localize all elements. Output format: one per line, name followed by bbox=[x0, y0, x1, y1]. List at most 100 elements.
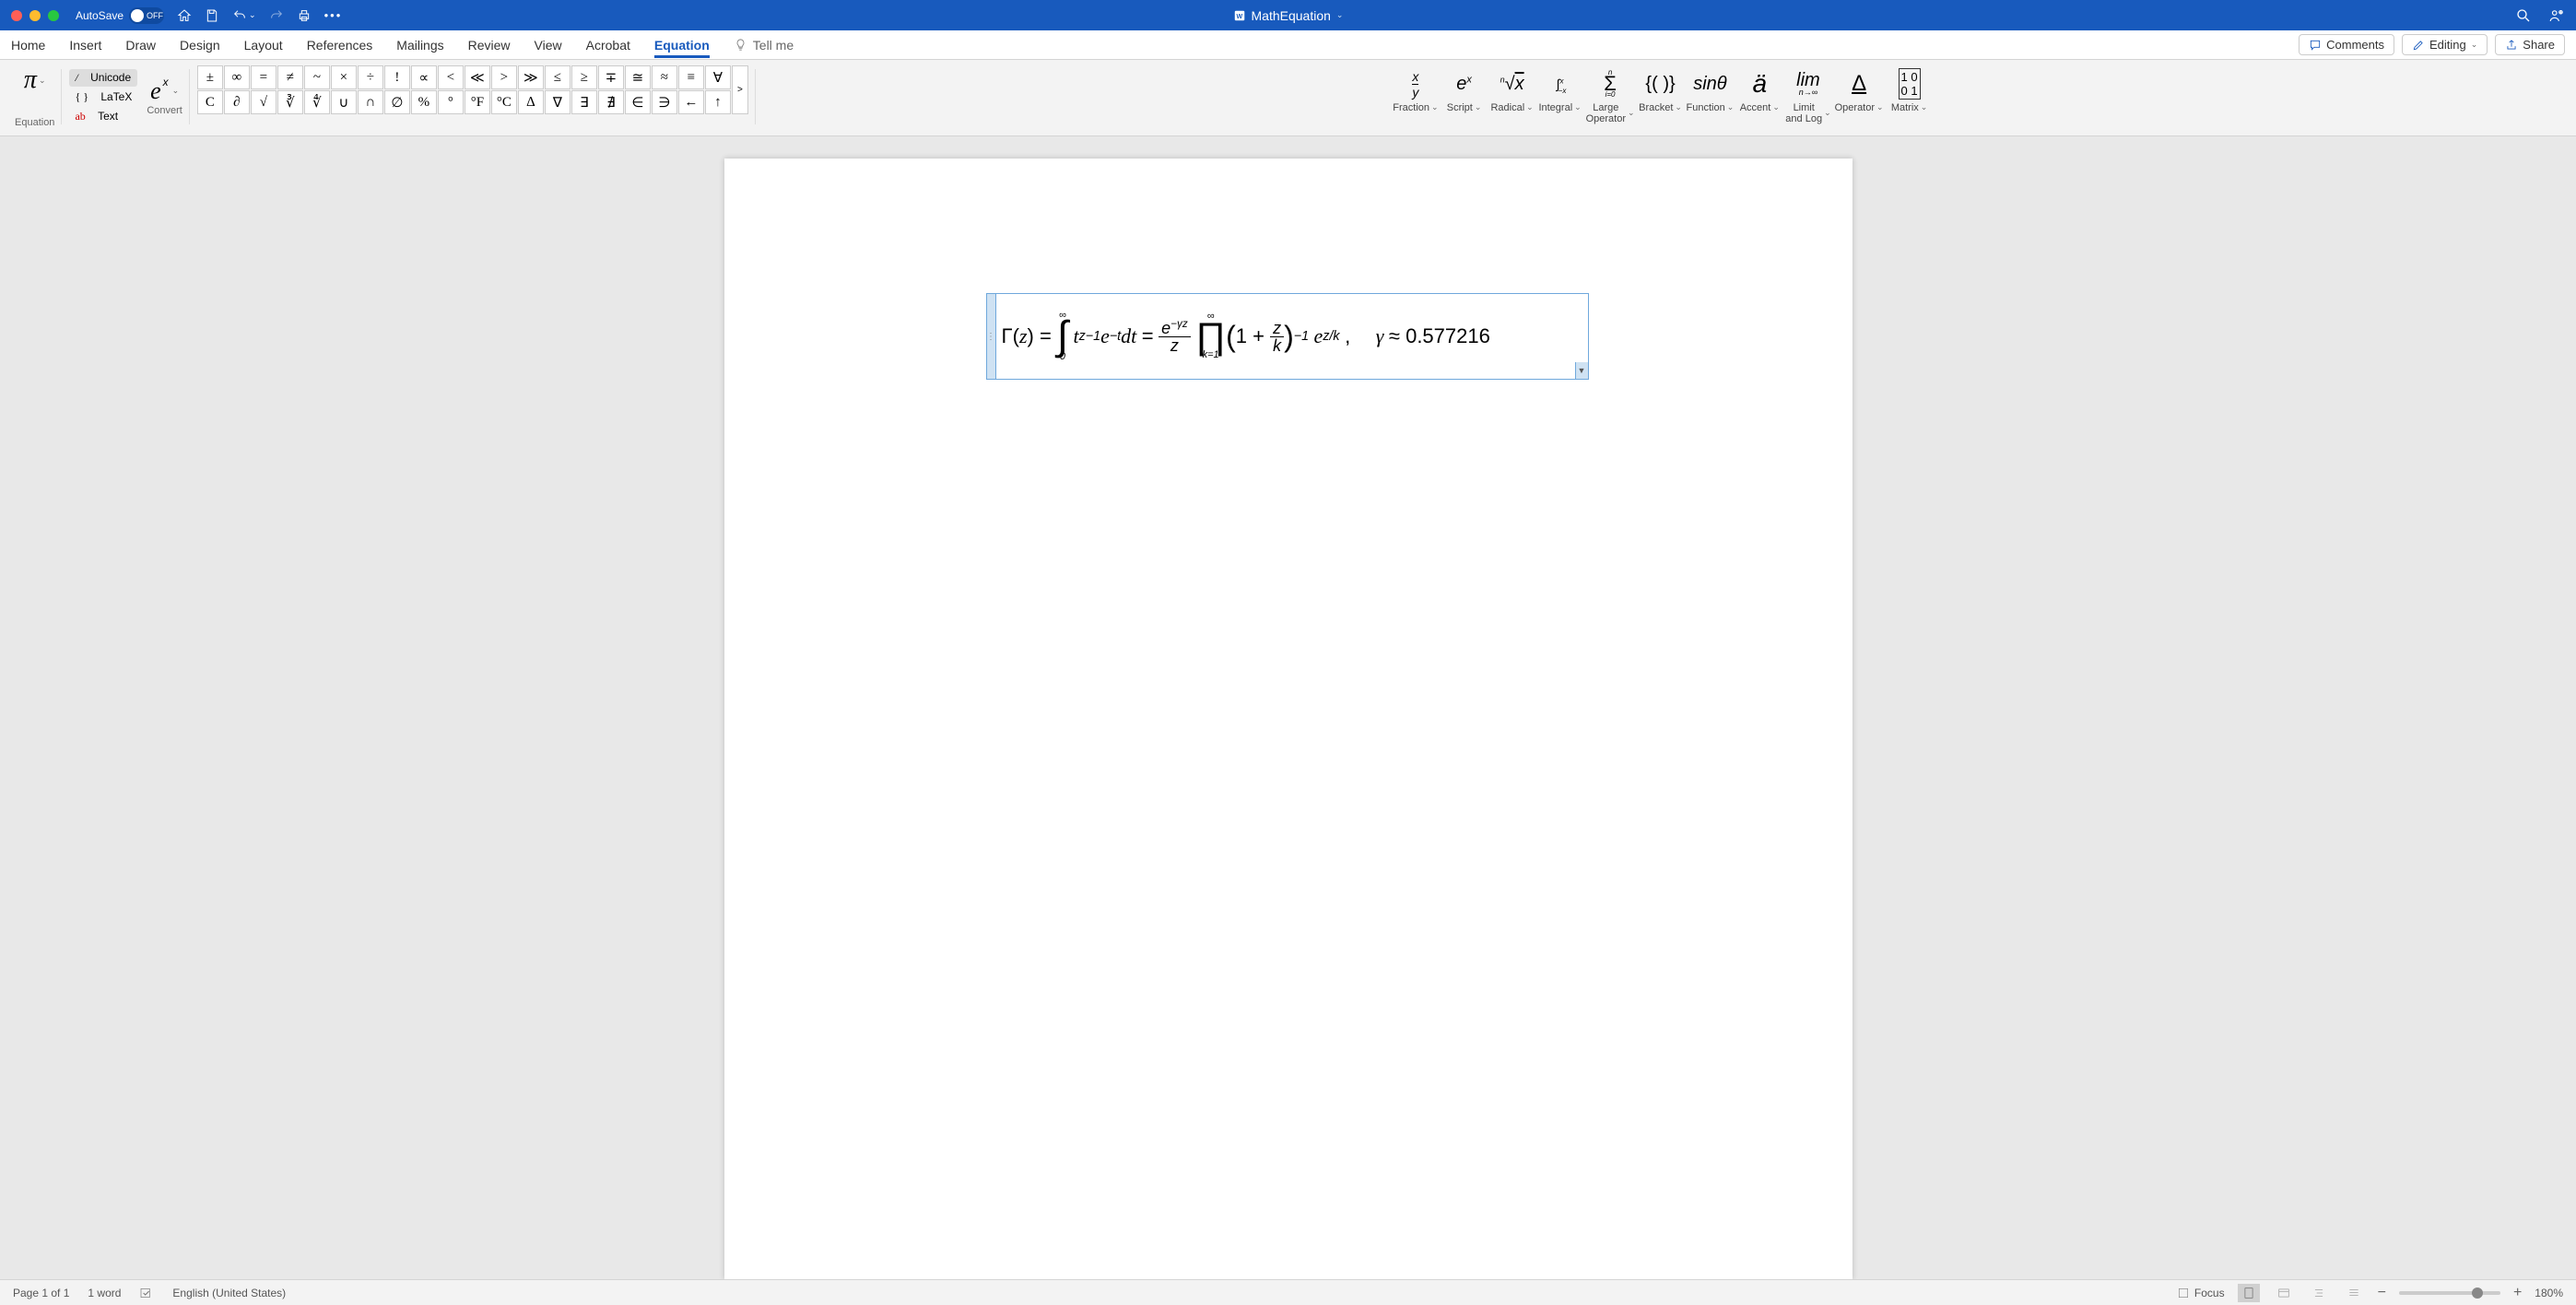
redo-icon[interactable] bbox=[269, 8, 284, 23]
unicode-mode-button[interactable]: / Unicode bbox=[69, 69, 137, 87]
outline-view-button[interactable] bbox=[2308, 1284, 2330, 1302]
structure-radical[interactable]: n√xRadical⌄ bbox=[1490, 67, 1535, 113]
symbol-≡[interactable]: ≡ bbox=[678, 65, 704, 89]
home-icon[interactable] bbox=[177, 8, 192, 23]
symbol-≪[interactable]: ≪ bbox=[465, 65, 490, 89]
zoom-slider[interactable] bbox=[2399, 1291, 2500, 1295]
symbol-∈[interactable]: ∈ bbox=[625, 90, 651, 114]
symbol-∩[interactable]: ∩ bbox=[358, 90, 383, 114]
symbol-∆[interactable]: ∆ bbox=[518, 90, 544, 114]
page-indicator[interactable]: Page 1 of 1 bbox=[13, 1287, 69, 1299]
symbol-∪[interactable]: ∪ bbox=[331, 90, 357, 114]
symbol-≅[interactable]: ≅ bbox=[625, 65, 651, 89]
autosave-toggle[interactable]: AutoSave OFF bbox=[76, 7, 164, 24]
symbol-∅[interactable]: ∅ bbox=[384, 90, 410, 114]
symbol-↑[interactable]: ↑ bbox=[705, 90, 731, 114]
symbol-≥[interactable]: ≥ bbox=[571, 65, 597, 89]
symbol-÷[interactable]: ÷ bbox=[358, 65, 383, 89]
symbol-∜[interactable]: ∜ bbox=[304, 90, 330, 114]
page[interactable]: Γ(z) = ∞∫0 tz−1e−tdt = e−γzz ∞∏k=1 (1 + … bbox=[724, 159, 1853, 1279]
equation-content[interactable]: Γ(z) = ∞∫0 tz−1e−tdt = e−γzz ∞∏k=1 (1 + … bbox=[996, 312, 1575, 362]
symbol-%[interactable]: % bbox=[411, 90, 437, 114]
structure-function[interactable]: sinθFunction⌄ bbox=[1687, 67, 1735, 113]
tab-draw[interactable]: Draw bbox=[125, 32, 156, 58]
symbol-=[interactable]: = bbox=[251, 65, 276, 89]
symbol-∞[interactable]: ∞ bbox=[224, 65, 250, 89]
close-window-button[interactable] bbox=[11, 10, 22, 21]
structure-bracket[interactable]: {( )}Bracket⌄ bbox=[1639, 67, 1683, 113]
comments-button[interactable]: Comments bbox=[2299, 34, 2394, 55]
tell-me[interactable]: Tell me bbox=[734, 38, 794, 53]
tab-insert[interactable]: Insert bbox=[69, 32, 101, 58]
editing-mode-button[interactable]: Editing ⌄ bbox=[2402, 34, 2488, 55]
focus-mode-button[interactable]: Focus bbox=[2177, 1287, 2225, 1299]
symbol-√[interactable]: √ bbox=[251, 90, 276, 114]
symbol-∛[interactable]: ∛ bbox=[277, 90, 303, 114]
language-indicator[interactable]: English (United States) bbox=[172, 1287, 286, 1299]
tab-home[interactable]: Home bbox=[11, 32, 45, 58]
symbol-∋[interactable]: ∋ bbox=[652, 90, 677, 114]
structure-limit-and-log[interactable]: limn→∞Limitand Log⌄ bbox=[1785, 67, 1830, 124]
tab-equation[interactable]: Equation bbox=[654, 32, 710, 58]
zoom-in-button[interactable]: + bbox=[2513, 1285, 2522, 1301]
symbol-scroll[interactable]: > bbox=[732, 65, 748, 114]
structure-fraction[interactable]: xyFraction⌄ bbox=[1393, 67, 1438, 113]
equation-options-handle[interactable]: ▼ bbox=[1575, 362, 1588, 379]
symbol-≈[interactable]: ≈ bbox=[652, 65, 677, 89]
tab-references[interactable]: References bbox=[307, 32, 373, 58]
structure-script[interactable]: exScript⌄ bbox=[1442, 67, 1487, 113]
symbol-←[interactable]: ← bbox=[678, 90, 704, 114]
symbol-°F[interactable]: °F bbox=[465, 90, 490, 114]
minimize-window-button[interactable] bbox=[29, 10, 41, 21]
print-icon[interactable] bbox=[297, 8, 312, 23]
symbol-≫[interactable]: ≫ bbox=[518, 65, 544, 89]
save-icon[interactable] bbox=[205, 8, 219, 23]
symbol-∇[interactable]: ∇ bbox=[545, 90, 570, 114]
search-icon[interactable] bbox=[2515, 7, 2532, 24]
equation-move-handle[interactable] bbox=[987, 294, 996, 379]
symbol-![interactable]: ! bbox=[384, 65, 410, 89]
print-layout-view-button[interactable] bbox=[2238, 1284, 2260, 1302]
structure-operator[interactable]: ΔOperator⌄ bbox=[1835, 67, 1884, 113]
tab-view[interactable]: View bbox=[535, 32, 562, 58]
structure-accent[interactable]: äAccent⌄ bbox=[1737, 67, 1782, 113]
share-button[interactable]: Share bbox=[2495, 34, 2565, 55]
structure-integral[interactable]: ∫x−xIntegral⌄ bbox=[1538, 67, 1582, 113]
text-mode-button[interactable]: ab Text bbox=[69, 108, 137, 125]
word-count[interactable]: 1 word bbox=[88, 1287, 121, 1299]
symbol-≤[interactable]: ≤ bbox=[545, 65, 570, 89]
symbol-C[interactable]: C bbox=[197, 90, 223, 114]
tab-acrobat[interactable]: Acrobat bbox=[586, 32, 630, 58]
zoom-out-button[interactable]: − bbox=[2378, 1285, 2386, 1301]
spellcheck-icon[interactable] bbox=[139, 1286, 154, 1300]
equation-container[interactable]: Γ(z) = ∞∫0 tz−1e−tdt = e−γzz ∞∏k=1 (1 + … bbox=[986, 293, 1589, 380]
tab-review[interactable]: Review bbox=[468, 32, 511, 58]
symbol-∝[interactable]: ∝ bbox=[411, 65, 437, 89]
insert-equation-button[interactable]: π⌄ bbox=[24, 65, 46, 95]
structure-matrix[interactable]: 1 00 1Matrix⌄ bbox=[1888, 67, 1932, 113]
symbol-∀[interactable]: ∀ bbox=[705, 65, 731, 89]
convert-button[interactable]: ex ⌄ bbox=[150, 77, 179, 105]
undo-button[interactable]: ⌄ bbox=[232, 8, 256, 23]
latex-mode-button[interactable]: { } LaTeX bbox=[69, 88, 137, 106]
draft-view-button[interactable] bbox=[2343, 1284, 2365, 1302]
symbol-°C[interactable]: °C bbox=[491, 90, 517, 114]
symbol-<[interactable]: < bbox=[438, 65, 464, 89]
symbol-≠[interactable]: ≠ bbox=[277, 65, 303, 89]
document-area[interactable]: Γ(z) = ∞∫0 tz−1e−tdt = e−γzz ∞∏k=1 (1 + … bbox=[0, 136, 2576, 1279]
symbol-∓[interactable]: ∓ bbox=[598, 65, 624, 89]
symbol-∂[interactable]: ∂ bbox=[224, 90, 250, 114]
web-layout-view-button[interactable] bbox=[2273, 1284, 2295, 1302]
tab-design[interactable]: Design bbox=[180, 32, 220, 58]
document-title[interactable]: W MathEquation ⌄ bbox=[1233, 8, 1344, 23]
share-presence-icon[interactable] bbox=[2548, 7, 2565, 24]
structure-large-operator[interactable]: nΣi=0LargeOperator⌄ bbox=[1586, 67, 1635, 124]
symbol-×[interactable]: × bbox=[331, 65, 357, 89]
symbol-~[interactable]: ~ bbox=[304, 65, 330, 89]
tab-layout[interactable]: Layout bbox=[244, 32, 283, 58]
symbol-∄[interactable]: ∄ bbox=[598, 90, 624, 114]
more-icon[interactable]: ••• bbox=[324, 8, 343, 22]
tab-mailings[interactable]: Mailings bbox=[396, 32, 443, 58]
symbol-∃[interactable]: ∃ bbox=[571, 90, 597, 114]
symbol-±[interactable]: ± bbox=[197, 65, 223, 89]
